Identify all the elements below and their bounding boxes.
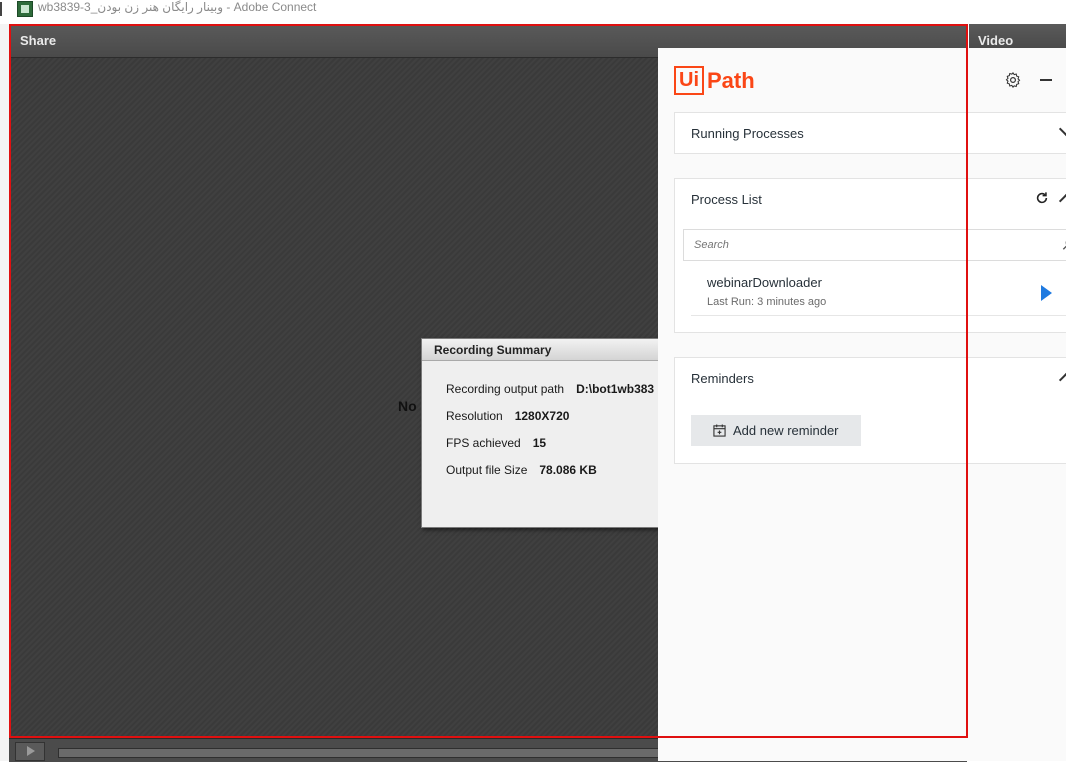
chevron-up-icon[interactable] bbox=[1058, 372, 1066, 388]
gear-icon[interactable] bbox=[1004, 71, 1022, 89]
process-search-box[interactable] bbox=[683, 229, 1066, 261]
minimize-icon[interactable] bbox=[1040, 79, 1052, 81]
process-name: webinarDownloader bbox=[707, 275, 822, 290]
fps-value: 15 bbox=[532, 436, 547, 450]
reminders-header[interactable]: Reminders bbox=[675, 358, 1066, 398]
running-processes-title: Running Processes bbox=[691, 126, 804, 141]
uipath-assistant-panel: Ui Path Running Processes Process List S… bbox=[658, 48, 1066, 761]
video-pod-header: Video bbox=[969, 24, 1066, 48]
resolution-label: Resolution bbox=[446, 409, 503, 423]
window-titlebar: wb3839-3_وبینار رایگان هنر زن بودن - Ado… bbox=[0, 0, 1066, 24]
chevron-down-icon[interactable] bbox=[1058, 121, 1066, 137]
reminders-section: Reminders Add new reminder bbox=[674, 357, 1066, 464]
process-last-run: Last Run: 3 minutes ago bbox=[707, 296, 827, 308]
uipath-logo-path: Path bbox=[707, 67, 755, 93]
adobe-connect-app-icon bbox=[17, 1, 33, 17]
output-path-value: D:\bot1wb383 bbox=[576, 382, 655, 396]
playback-progress-bar[interactable] bbox=[58, 748, 660, 758]
fps-label: FPS achieved bbox=[446, 436, 521, 450]
process-search-input[interactable] bbox=[692, 235, 1056, 255]
playback-button[interactable] bbox=[15, 742, 45, 761]
share-pod-title: Share bbox=[20, 33, 57, 48]
resolution-row: Resolution 1280X720 bbox=[446, 409, 569, 423]
file-size-label: Output file Size bbox=[446, 463, 528, 477]
window-title: wb3839-3_وبینار رایگان هنر زن بودن - Ado… bbox=[38, 0, 317, 14]
recording-summary-dialog: Recording Summary Recording output path D… bbox=[421, 338, 668, 528]
chevron-up-icon[interactable] bbox=[1058, 193, 1066, 209]
play-icon[interactable] bbox=[1041, 285, 1052, 301]
recording-summary-titlebar[interactable]: Recording Summary bbox=[422, 339, 667, 361]
output-path-row: Recording output path D:\bot1wb383 bbox=[446, 382, 654, 396]
output-path-label: Recording output path bbox=[446, 382, 565, 396]
search-icon[interactable] bbox=[1062, 237, 1066, 251]
calendar-icon bbox=[713, 424, 726, 437]
running-processes-header[interactable]: Running Processes bbox=[675, 113, 1066, 153]
reminders-title: Reminders bbox=[691, 371, 754, 386]
share-content-note: No bbox=[398, 398, 417, 414]
file-size-value: 78.086 KB bbox=[539, 463, 597, 477]
uipath-logo-ui: Ui bbox=[674, 66, 704, 95]
uipath-logo: Ui Path bbox=[674, 66, 755, 95]
add-reminder-label: Add new reminder bbox=[733, 423, 839, 438]
video-pod-title: Video bbox=[978, 33, 1014, 48]
add-reminder-button[interactable]: Add new reminder bbox=[691, 415, 861, 446]
running-processes-section[interactable]: Running Processes bbox=[674, 112, 1066, 154]
fps-row: FPS achieved 15 bbox=[446, 436, 546, 450]
recording-summary-title: Recording Summary bbox=[434, 343, 552, 357]
process-list-header[interactable]: Process List bbox=[675, 179, 1066, 219]
window-edge bbox=[0, 2, 9, 16]
process-list-section: Process List webinarDownloader Last Run:… bbox=[674, 178, 1066, 333]
resolution-value: 1280X720 bbox=[514, 409, 570, 423]
process-list-item[interactable]: webinarDownloader Last Run: 3 minutes ag… bbox=[691, 269, 1066, 316]
refresh-icon[interactable] bbox=[1035, 191, 1049, 205]
file-size-row: Output file Size 78.086 KB bbox=[446, 463, 597, 477]
process-list-title: Process List bbox=[691, 192, 762, 207]
